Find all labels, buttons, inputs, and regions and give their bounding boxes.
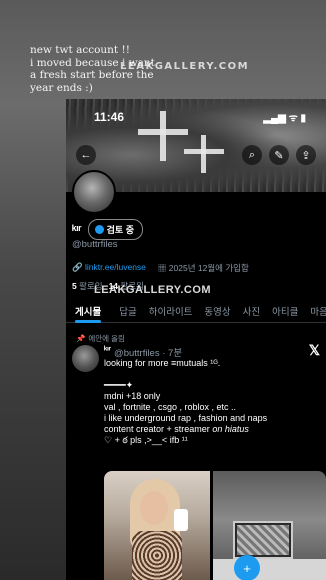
phone-screenshot: 11:46 ▂▄▆ ᯤ ▮ ← ⌕ ✎ ⇪ ᵏᶦʳ 검토 중 @buttrfil… — [66, 99, 326, 580]
share-button[interactable]: ⇪ — [296, 145, 316, 165]
post-text: looking for more ≡mutuals ¹ᴳ. ━━━━✦ mdni… — [104, 358, 268, 434]
edit-button[interactable]: ✎ — [269, 145, 289, 165]
tab-articles[interactable]: 아티클 — [272, 298, 298, 322]
status-time: 11:46 — [94, 110, 125, 124]
verified-check-icon — [94, 225, 104, 234]
search-icon: ⌕ — [248, 148, 256, 161]
post-image-selfie[interactable] — [104, 471, 210, 580]
link-icon: 🔗 — [72, 262, 85, 272]
post-footer: ♡ + ఠ pls ,>__< ifb ¹¹ — [104, 435, 188, 445]
watermark: LEAKGALLERY.COM — [94, 284, 212, 296]
tab-replies[interactable]: 답글 — [119, 298, 136, 322]
profile-handle: @buttrfiles — [72, 239, 118, 250]
status-icons: ▂▄▆ ᯤ ▮ — [263, 113, 306, 124]
profile-name-row: ᵏᶦʳ 검토 중 — [72, 219, 143, 240]
verification-label: 검토 중 — [106, 225, 134, 235]
post-text-italic: on hiatus — [209, 424, 249, 434]
post-handle-time: @buttrfiles · 7분 — [114, 348, 183, 359]
tab-highlights[interactable]: 하이라이트 — [149, 298, 193, 322]
back-arrow-icon: ← — [80, 149, 92, 161]
post-avatar[interactable] — [72, 345, 99, 372]
profile-name: ᵏᶦʳ — [72, 222, 82, 237]
pinned-label: 📌 에안에 올림 — [76, 333, 125, 344]
back-button[interactable]: ← — [76, 145, 96, 165]
tab-posts[interactable]: 게시물 — [75, 298, 102, 323]
post-body: looking for more ≡mutuals ¹ᴳ. ━━━━✦ mdni… — [104, 358, 324, 446]
profile-link[interactable]: linktr.ee/luvense — [85, 262, 146, 272]
tab-photos[interactable]: 사진 — [243, 298, 260, 322]
calendar-icon: ▦ — [157, 263, 169, 273]
join-date: 2025년 12월에 가입함 — [168, 263, 249, 273]
post-header: ᵏᶦʳ @buttrfiles · 7분 — [104, 345, 182, 359]
pinned-text: 에안에 올림 — [88, 334, 125, 343]
pin-icon: 📌 — [76, 334, 86, 343]
compose-button[interactable]: + — [234, 555, 260, 580]
share-icon: ⇪ — [301, 149, 311, 162]
verification-button[interactable]: 검토 중 — [87, 219, 143, 240]
plus-icon: + — [243, 560, 251, 576]
post-author[interactable]: ᵏᶦʳ — [104, 345, 111, 359]
post-image-desk[interactable] — [213, 471, 326, 580]
watermark: LEAKGALLERY.COM — [120, 61, 250, 72]
tab-videos[interactable]: 동영상 — [204, 298, 230, 322]
status-bar: 11:46 ▂▄▆ ᯤ ▮ — [66, 109, 326, 127]
x-logo-icon: 𝕏 — [308, 342, 320, 358]
tab-likes[interactable]: 마음에 — [310, 298, 326, 322]
search-button[interactable]: ⌕ — [242, 145, 262, 165]
post-media — [104, 471, 326, 580]
profile-tabs: 게시물 답글 하이라이트 동영상 사진 아티클 마음에 — [66, 298, 326, 323]
following-count: 5 — [72, 281, 77, 291]
profile-meta: 🔗 linktr.ee/luvense ▦ 2025년 12월에 가입함 — [72, 262, 249, 274]
profile-avatar[interactable] — [72, 170, 116, 214]
edit-icon: ✎ — [274, 149, 284, 162]
